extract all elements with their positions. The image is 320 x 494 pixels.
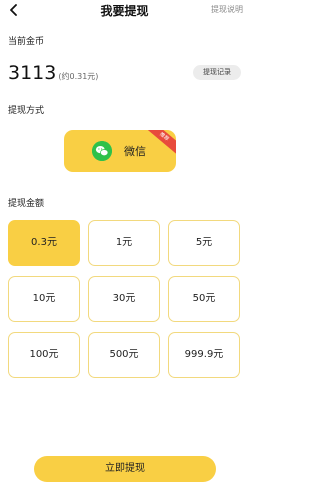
amount-option[interactable]: 100元 [8, 332, 80, 378]
amount-option[interactable]: 10元 [8, 276, 80, 322]
amount-option[interactable]: 1元 [88, 220, 160, 266]
amount-option[interactable]: 30元 [88, 276, 160, 322]
amount-option[interactable]: 0.3元 [8, 220, 80, 266]
recommend-badge: 推荐 [143, 130, 176, 155]
amount-option[interactable]: 500元 [88, 332, 160, 378]
withdraw-now-button[interactable]: 立即提现 [34, 456, 216, 482]
header: 我要提现 提现说明 [0, 0, 249, 22]
method-label: 提现方式 [8, 106, 45, 116]
wechat-icon [92, 141, 112, 161]
coin-count: 3113 [8, 62, 57, 84]
wechat-label: 微信 [124, 145, 146, 158]
coin-value-approx: (约0.31元) [58, 72, 99, 81]
amount-option[interactable]: 999.9元 [168, 332, 240, 378]
help-link[interactable]: 提现说明 [211, 4, 243, 15]
balance-display: 3113 (约0.31元) [8, 62, 98, 86]
amount-option[interactable]: 5元 [168, 220, 240, 266]
withdraw-record-button[interactable]: 提现记录 [193, 65, 241, 80]
wechat-method-card[interactable]: 微信 推荐 [64, 130, 176, 172]
amount-option[interactable]: 50元 [168, 276, 240, 322]
balance-label: 当前金币 [8, 37, 45, 47]
amount-label: 提现金额 [8, 199, 45, 209]
